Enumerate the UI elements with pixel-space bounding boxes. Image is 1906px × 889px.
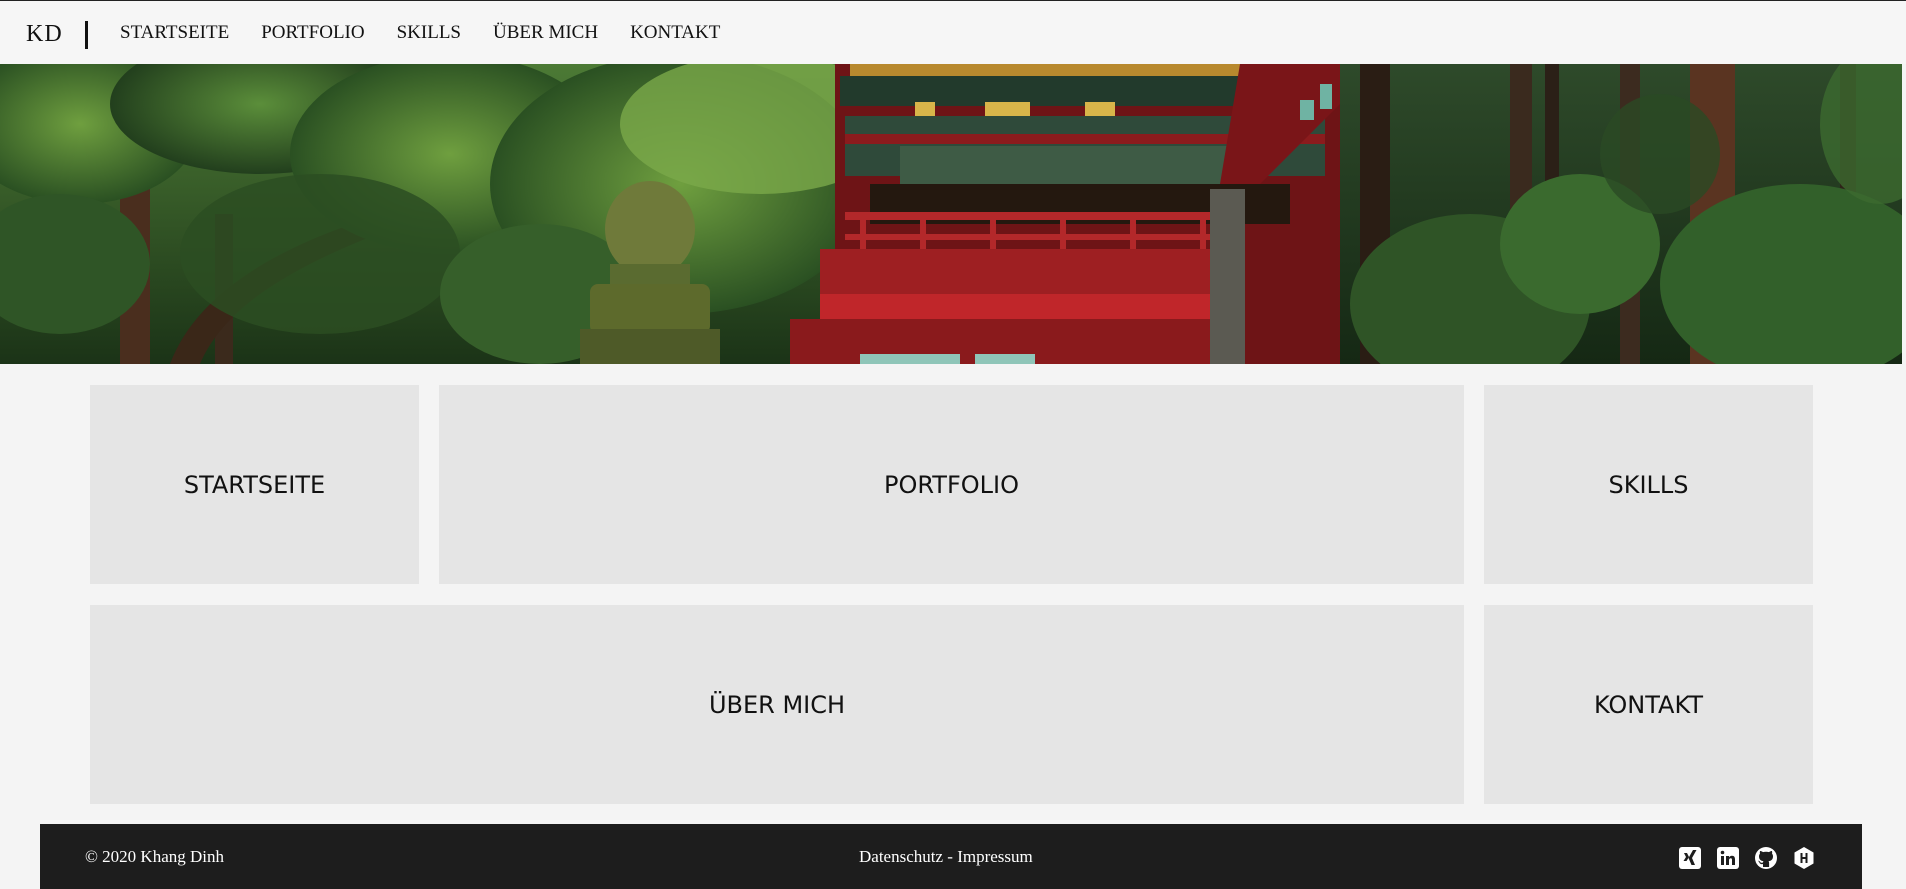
temple-forest-illustration [0,64,1902,364]
top-navbar: KD STARTSEITE PORTFOLIO SKILLS ÜBER MICH… [0,0,1906,64]
tile-startseite[interactable]: STARTSEITE [90,385,419,584]
hackerrank-icon[interactable] [1792,846,1816,870]
copyright-text: © 2020 Khang Dinh [85,847,224,866]
footer: © 2020 Khang Dinh Datenschutz - Impressu… [40,824,1862,889]
brand-divider [85,21,88,49]
hero-banner-image [0,64,1902,364]
linkedin-icon[interactable] [1716,846,1740,870]
nav-link-startseite[interactable]: STARTSEITE [120,22,229,44]
brand-logo[interactable]: KD [26,21,63,48]
nav-link-portfolio[interactable]: PORTFOLIO [261,22,364,44]
xing-icon[interactable] [1678,846,1702,870]
nav-link-kontakt[interactable]: KONTAKT [630,22,720,44]
tile-kontakt[interactable]: KONTAKT [1484,605,1813,804]
tile-ueber-mich[interactable]: ÜBER MICH [90,605,1464,804]
impressum-link[interactable]: Impressum [957,847,1033,866]
github-icon[interactable] [1754,846,1778,870]
tile-portfolio[interactable]: PORTFOLIO [439,385,1464,584]
nav-link-skills[interactable]: SKILLS [397,22,461,44]
tile-skills[interactable]: SKILLS [1484,385,1813,584]
legal-links: Datenschutz - Impressum [859,847,1033,867]
legal-separator: - [943,847,958,866]
main-nav: STARTSEITE PORTFOLIO SKILLS ÜBER MICH KO… [120,22,720,44]
nav-link-ueber-mich[interactable]: ÜBER MICH [493,22,598,44]
datenschutz-link[interactable]: Datenschutz [859,847,943,866]
social-links [1678,846,1816,870]
